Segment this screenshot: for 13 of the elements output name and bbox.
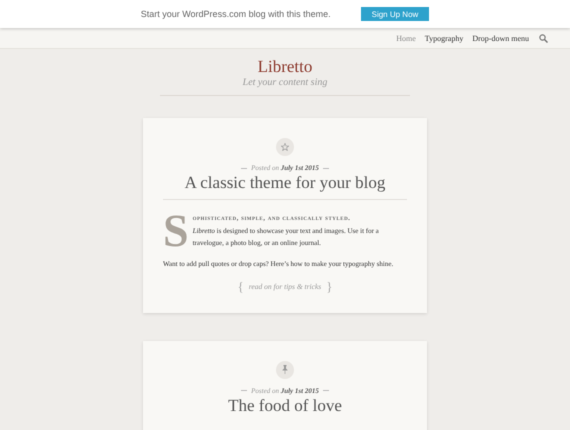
nav-link[interactable]: Drop-down menu xyxy=(472,34,529,42)
brace-glyph: } xyxy=(326,278,332,294)
star-icon xyxy=(281,143,289,151)
brace-glyph: { xyxy=(238,278,244,294)
pin-icon xyxy=(282,365,288,374)
post-title[interactable]: A classic theme for your blog xyxy=(184,172,386,194)
site-tagline: Let your content sing xyxy=(242,77,328,88)
search-icon[interactable] xyxy=(539,34,548,42)
post-title[interactable]: The food of love xyxy=(228,394,342,416)
site-title[interactable]: Libretto xyxy=(160,57,410,77)
drop-cap: S xyxy=(163,212,189,250)
promo-text: Start your WordPress.com blog with this theme. xyxy=(140,9,331,19)
nav-link[interactable]: Typography xyxy=(424,34,464,42)
